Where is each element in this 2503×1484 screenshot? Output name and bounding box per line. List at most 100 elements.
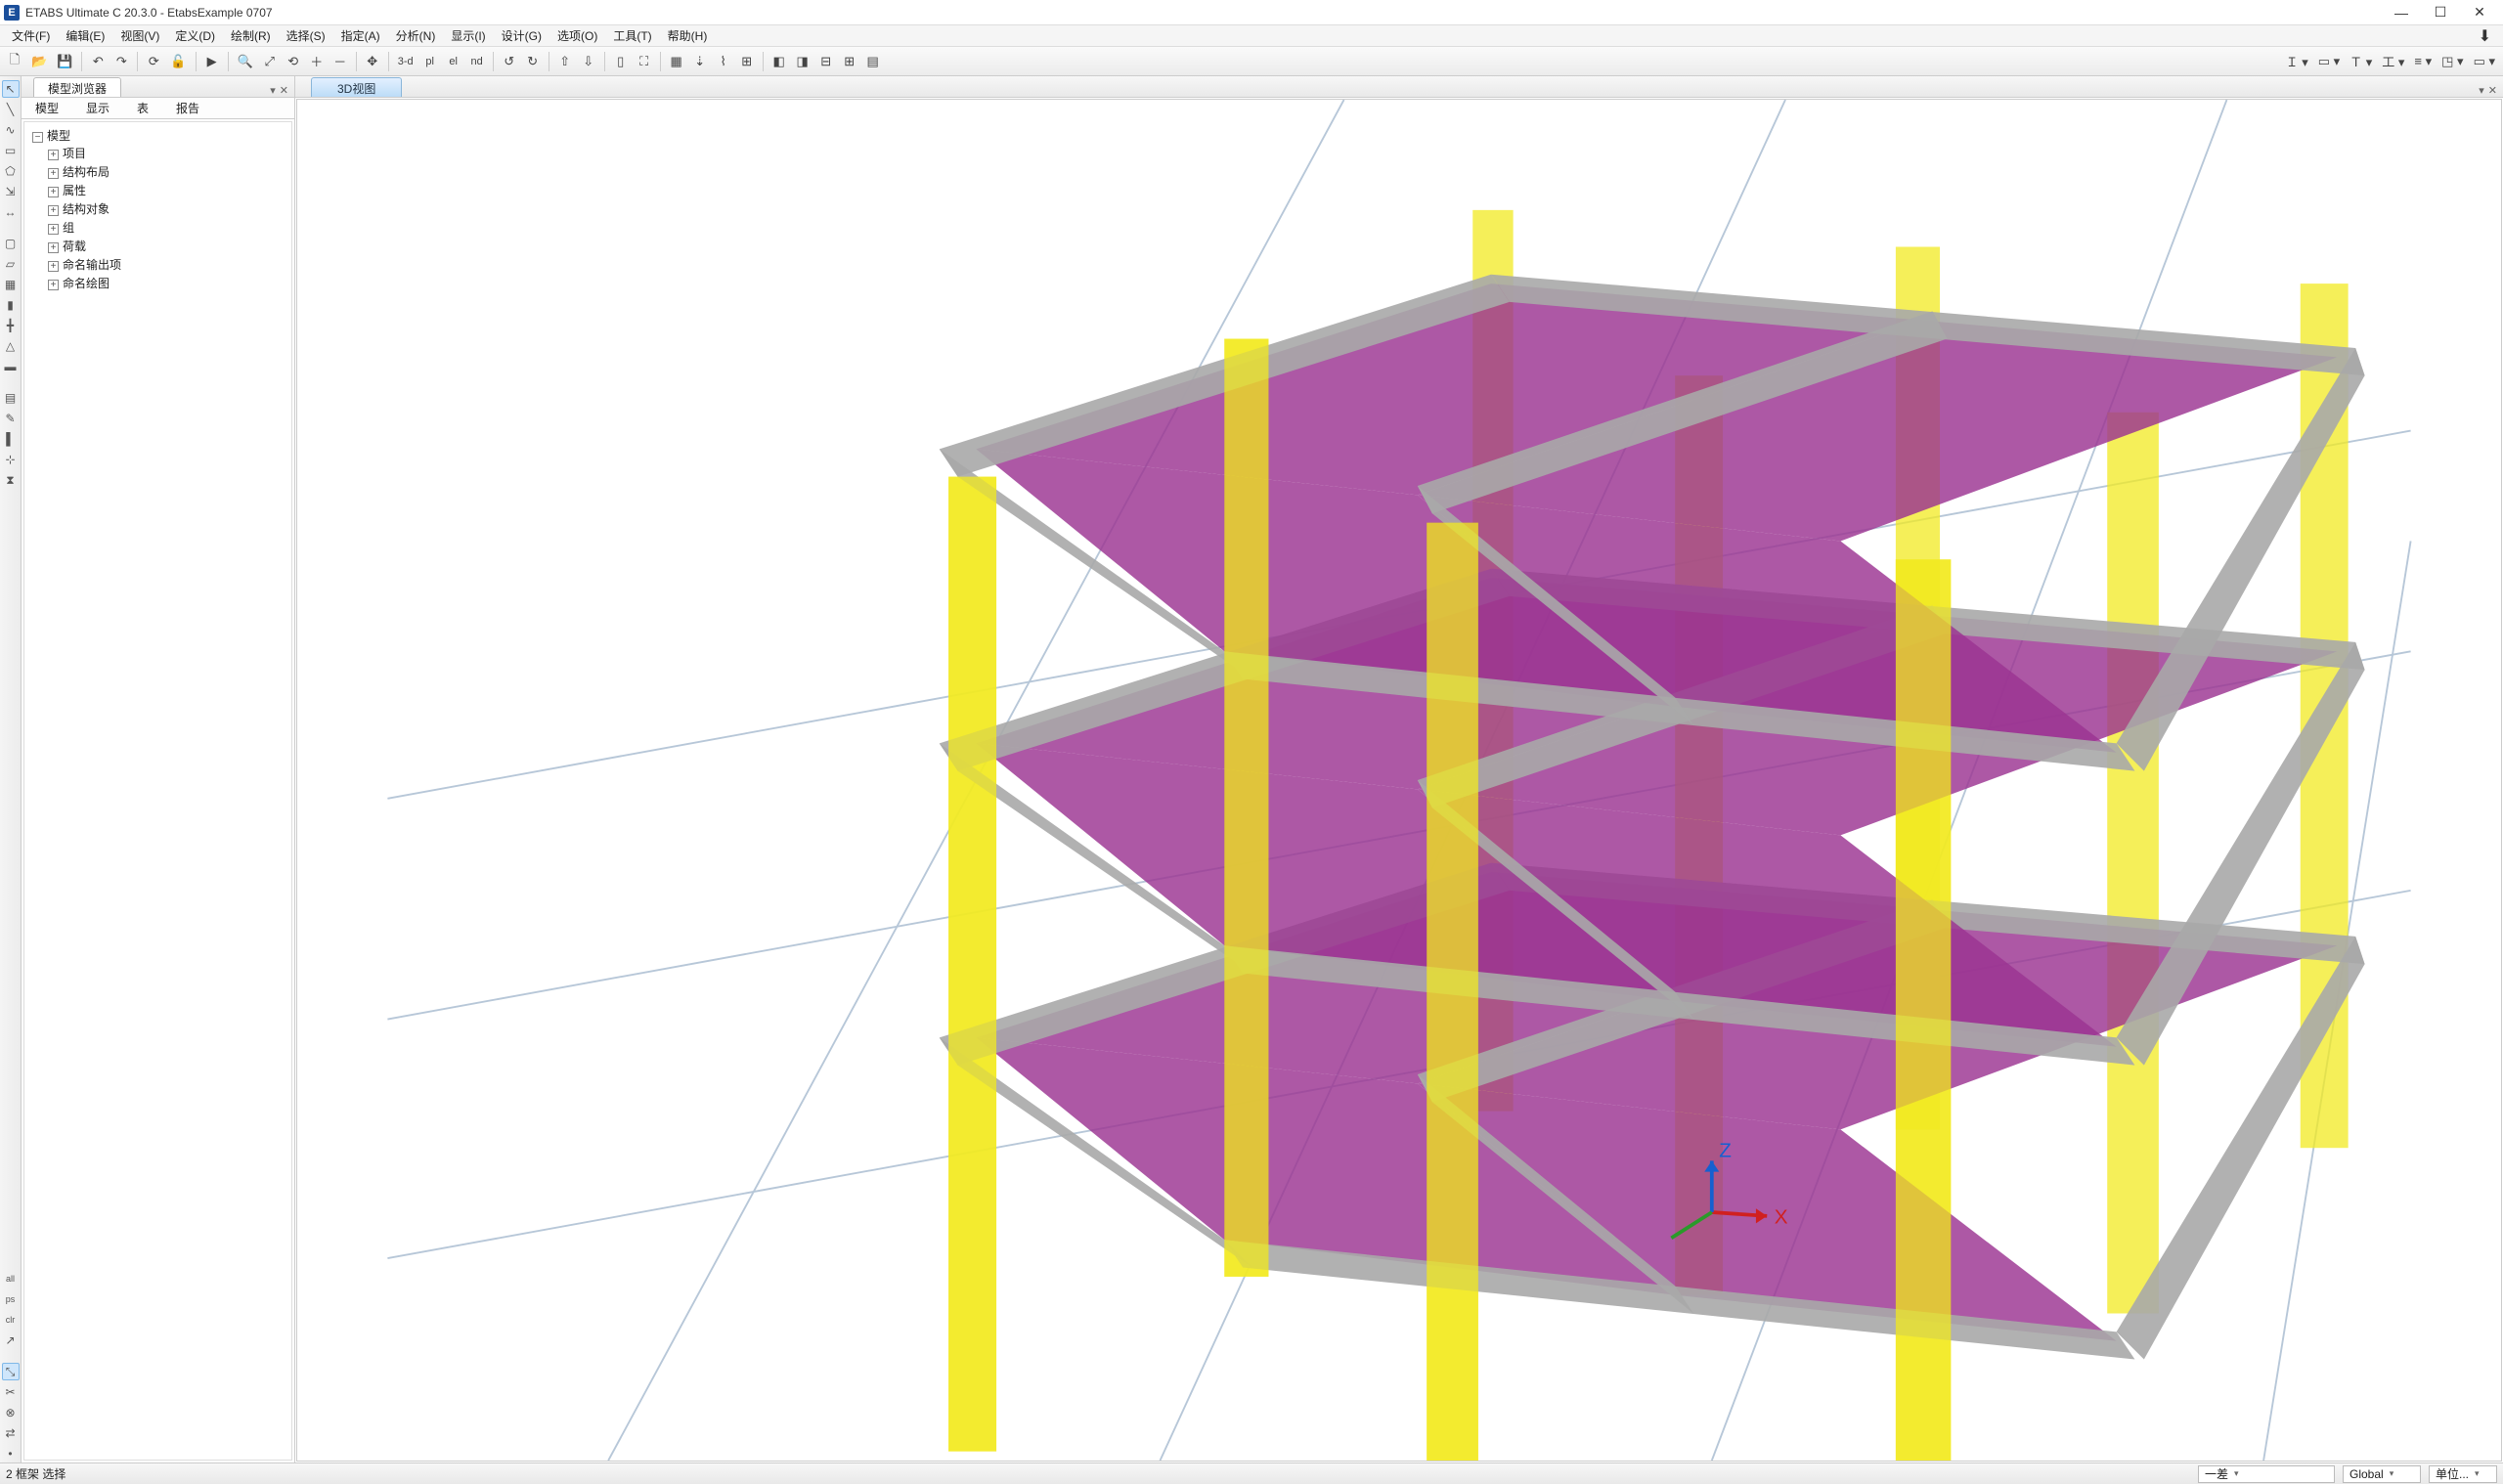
undo-button[interactable]: ↶ [87, 51, 109, 72]
tree-item-loads[interactable]: +荷载 [48, 237, 285, 255]
draw-column-tool[interactable]: ▮ [2, 296, 20, 314]
view-3d-button[interactable]: 3-d [394, 51, 417, 72]
subtab-tables[interactable]: 表 [123, 97, 162, 119]
lock-button[interactable]: 🔓 [166, 51, 190, 72]
menu-analyze[interactable]: 分析(N) [388, 25, 444, 46]
rect-select-tool[interactable]: ▭ [2, 142, 20, 159]
poly-select-tool[interactable]: ⬠ [2, 162, 20, 180]
assign-i-button[interactable]: Ｉ ▾ [2282, 51, 2312, 72]
save-button[interactable]: 💾 [53, 51, 76, 72]
3d-viewport[interactable]: X Z [296, 99, 2502, 1462]
wall-tool[interactable]: ▌ [2, 430, 20, 448]
menu-tools[interactable]: 工具(T) [605, 25, 659, 46]
opt2-button[interactable]: ◨ [792, 51, 813, 72]
assign-more-button[interactable]: ▭ ▾ [2470, 51, 2499, 72]
snap-tool[interactable]: ⊹ [2, 451, 20, 468]
open-button[interactable]: 📂 [27, 51, 51, 72]
new-button[interactable]: 🗋 [4, 51, 25, 72]
subtab-model[interactable]: 模型 [22, 97, 72, 119]
view-elev-button[interactable]: el [443, 51, 464, 72]
object-shrink-button[interactable]: ⛶ [634, 51, 655, 72]
subtab-display[interactable]: 显示 [72, 97, 123, 119]
tree-item-project[interactable]: +项目 [48, 144, 285, 162]
menu-edit[interactable]: 编辑(E) [58, 25, 112, 46]
view-plan-button[interactable]: pl [419, 51, 441, 72]
tree-item-props[interactable]: +属性 [48, 181, 285, 199]
menu-file[interactable]: 文件(F) [4, 25, 58, 46]
edit-tool[interactable]: ✎ [2, 410, 20, 427]
zoom-out-button[interactable]: － [329, 51, 351, 72]
menu-select[interactable]: 选择(S) [279, 25, 333, 46]
download-icon[interactable]: ⬇ [2471, 24, 2499, 48]
draw-rect-tool[interactable]: ▢ [2, 235, 20, 252]
menu-display[interactable]: 显示(I) [443, 25, 493, 46]
show-deformed-button[interactable]: ⌇ [713, 51, 734, 72]
draw-axis-tool[interactable]: ╋ [2, 317, 20, 334]
extend-tool[interactable]: ⤡ [2, 1363, 20, 1380]
tree-item-layout[interactable]: +结构布局 [48, 162, 285, 181]
draw-roof-tool[interactable]: △ [2, 337, 20, 355]
tree-root[interactable]: −模型 +项目 +结构布局 +属性 +结构对象 +组 +荷载 +命名输出项 +命… [32, 126, 285, 293]
show-undeformed-button[interactable]: ▦ [666, 51, 687, 72]
status-coord-system[interactable]: Global▾ [2343, 1465, 2421, 1483]
curve-tool[interactable]: ∿ [2, 121, 20, 139]
rotate-left-button[interactable]: ↺ [499, 51, 520, 72]
panel-tool[interactable]: ▤ [2, 389, 20, 407]
break-tool[interactable]: ⊗ [2, 1404, 20, 1421]
pointer-tool[interactable]: ↖ [2, 80, 20, 98]
menu-help[interactable]: 帮助(H) [660, 25, 716, 46]
viewport-close-icon[interactable]: ✕ [2488, 84, 2497, 97]
line-tool[interactable]: ╲ [2, 101, 20, 118]
assign-rect-button[interactable]: ▭ ▾ [2314, 51, 2344, 72]
show-loads-button[interactable]: ⇣ [689, 51, 711, 72]
zoom-in-button[interactable]: ＋ [306, 51, 328, 72]
explorer-tab[interactable]: 模型浏览器 [33, 77, 121, 97]
zoom-extents-button[interactable]: ⤢ [259, 51, 281, 72]
viewport-dropdown-icon[interactable]: ▾ [2479, 84, 2484, 97]
run-analysis-button[interactable]: ▶ [201, 51, 223, 72]
tree-item-named-out[interactable]: +命名输出项 [48, 255, 285, 274]
clear-select-tool[interactable]: clr [2, 1311, 20, 1329]
assign-i2-button[interactable]: 工 ▾ [2378, 51, 2408, 72]
zoom-prev-button[interactable]: ⟲ [283, 51, 304, 72]
panel-dropdown-icon[interactable]: ▾ [270, 84, 276, 97]
up-story-button[interactable]: ⇧ [554, 51, 576, 72]
select-all-tool[interactable]: all [2, 1270, 20, 1288]
extrude-tool[interactable]: ⇲ [2, 183, 20, 200]
draw-quad-tool[interactable]: ▱ [2, 255, 20, 273]
pick-tool[interactable]: ↗ [2, 1331, 20, 1349]
dimension-tool[interactable]: ↔ [2, 203, 20, 221]
minimize-button[interactable]: — [2382, 0, 2421, 25]
opt3-button[interactable]: ⊟ [815, 51, 837, 72]
menu-options[interactable]: 选项(O) [549, 25, 605, 46]
offset-tool[interactable]: ⇄ [2, 1424, 20, 1442]
menu-define[interactable]: 定义(D) [167, 25, 223, 46]
model-tree[interactable]: −模型 +项目 +结构布局 +属性 +结构对象 +组 +荷载 +命名输出项 +命… [23, 121, 292, 1461]
refresh-button[interactable]: ⟳ [143, 51, 164, 72]
opt5-button[interactable]: ▤ [862, 51, 884, 72]
tree-item-named-plot[interactable]: +命名绘图 [48, 274, 285, 292]
menu-design[interactable]: 设计(G) [494, 25, 549, 46]
menu-draw[interactable]: 绘制(R) [223, 25, 279, 46]
redo-button[interactable]: ↷ [110, 51, 132, 72]
tree-item-objects[interactable]: +结构对象 [48, 199, 285, 218]
node-tool[interactable]: • [2, 1445, 20, 1462]
rotate-right-button[interactable]: ↻ [522, 51, 544, 72]
assign-horz-button[interactable]: ≡ ▾ [2410, 51, 2436, 72]
zoom-window-button[interactable]: 🔍 [234, 51, 257, 72]
subtab-reports[interactable]: 报告 [162, 97, 213, 119]
opt4-button[interactable]: ⊞ [839, 51, 860, 72]
draw-beam-tool[interactable]: ▬ [2, 358, 20, 375]
assign-c-button[interactable]: ◳ ▾ [2437, 51, 2467, 72]
status-coord-field[interactable]: 一差▾ [2198, 1465, 2335, 1483]
prev-select-tool[interactable]: ps [2, 1290, 20, 1308]
pan-button[interactable]: ✥ [362, 51, 383, 72]
trim-tool[interactable]: ✂ [2, 1383, 20, 1401]
perspective-button[interactable]: ▯ [610, 51, 632, 72]
mirror-tool[interactable]: ⧗ [2, 471, 20, 489]
show-forces-button[interactable]: ⊞ [736, 51, 758, 72]
panel-close-icon[interactable]: ✕ [280, 84, 288, 97]
menu-assign[interactable]: 指定(A) [333, 25, 388, 46]
status-units[interactable]: 单位...▾ [2429, 1465, 2497, 1483]
menu-view[interactable]: 视图(V) [112, 25, 167, 46]
